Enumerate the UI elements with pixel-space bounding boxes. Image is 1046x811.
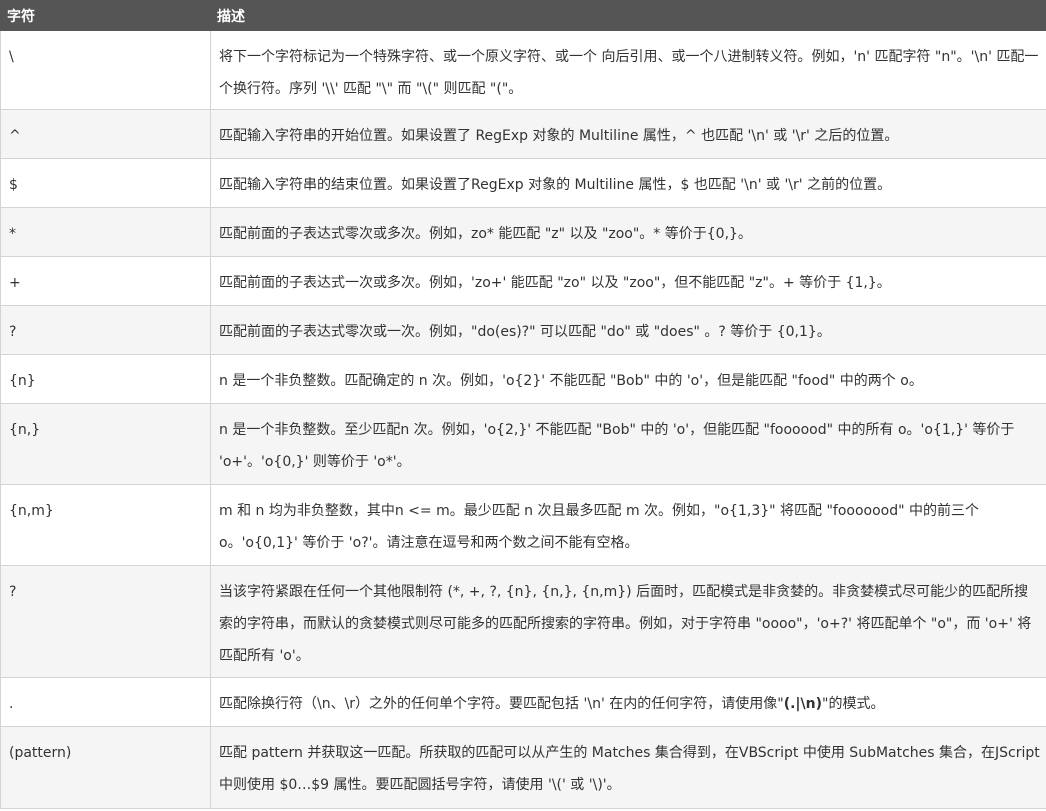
row-char: {n,} [0,403,211,485]
table-row: ? 匹配前面的子表达式零次或一次。例如，"do(es)?" 可以匹配 "do" … [0,305,1046,355]
row-description: 匹配除换行符（\n、\r）之外的任何单个字符。要匹配包括 '\n' 在内的任何字… [210,677,1046,727]
table-row: ? 当该字符紧跟在任何一个其他限制符 (*, +, ?, {n}, {n,}, … [0,565,1046,678]
row-description: 匹配输入字符串的开始位置。如果设置了 RegExp 对象的 Multiline … [210,109,1046,159]
row-char: ? [0,565,211,678]
table-row: {n,m} m 和 n 均为非负整数，其中n <= m。最少匹配 n 次且最多匹… [0,484,1046,566]
row-char: \ [0,30,211,110]
row-description: m 和 n 均为非负整数，其中n <= m。最少匹配 n 次且最多匹配 m 次。… [210,484,1046,566]
table-row: {n,} n 是一个非负整数。至少匹配n 次。例如，'o{2,}' 不能匹配 "… [0,403,1046,485]
row-description: 匹配输入字符串的结束位置。如果设置了RegExp 对象的 Multiline 属… [210,158,1046,208]
row-char: $ [0,158,211,208]
row-char: ^ [0,109,211,159]
row-char: . [0,677,211,727]
row-description: n 是一个非负整数。匹配确定的 n 次。例如，'o{2}' 不能匹配 "Bob"… [210,354,1046,404]
header-description: 描述 [210,0,1046,31]
table-header-row: 字符 描述 [0,0,1046,31]
desc-text-after: "的模式。 [822,696,885,712]
table-row: {n} n 是一个非负整数。匹配确定的 n 次。例如，'o{2}' 不能匹配 "… [0,354,1046,404]
row-char: {n} [0,354,211,404]
row-char: ? [0,305,211,355]
table-row: \ 将下一个字符标记为一个特殊字符、或一个原义字符、或一个 向后引用、或一个八进… [0,30,1046,110]
table-row: + 匹配前面的子表达式一次或多次。例如，'zo+' 能匹配 "zo" 以及 "z… [0,256,1046,306]
header-char: 字符 [0,0,211,31]
table-row: ^ 匹配输入字符串的开始位置。如果设置了 RegExp 对象的 Multilin… [0,109,1046,159]
row-char: * [0,207,211,257]
table-row: * 匹配前面的子表达式零次或多次。例如，zo* 能匹配 "z" 以及 "zoo"… [0,207,1046,257]
row-char: + [0,256,211,306]
row-description: 匹配前面的子表达式零次或一次。例如，"do(es)?" 可以匹配 "do" 或 … [210,305,1046,355]
row-char: {n,m} [0,484,211,566]
row-description: 匹配 pattern 并获取这一匹配。所获取的匹配可以从产生的 Matches … [210,726,1046,809]
row-description: 匹配前面的子表达式一次或多次。例如，'zo+' 能匹配 "zo" 以及 "zoo… [210,256,1046,306]
row-description: 将下一个字符标记为一个特殊字符、或一个原义字符、或一个 向后引用、或一个八进制转… [210,30,1046,110]
row-description: 当该字符紧跟在任何一个其他限制符 (*, +, ?, {n}, {n,}, {n… [210,565,1046,678]
row-char: (pattern) [0,726,211,809]
regex-reference-table: 字符 描述 \ 将下一个字符标记为一个特殊字符、或一个原义字符、或一个 向后引用… [0,0,1046,809]
desc-text-before: 匹配除换行符（\n、\r）之外的任何单个字符。要匹配包括 '\n' 在内的任何字… [219,696,784,712]
desc-bold-pattern: (.|\n) [783,696,822,712]
table-row: (pattern) 匹配 pattern 并获取这一匹配。所获取的匹配可以从产生… [0,726,1046,809]
table-row: . 匹配除换行符（\n、\r）之外的任何单个字符。要匹配包括 '\n' 在内的任… [0,677,1046,727]
table-row: $ 匹配输入字符串的结束位置。如果设置了RegExp 对象的 Multiline… [0,158,1046,208]
row-description: n 是一个非负整数。至少匹配n 次。例如，'o{2,}' 不能匹配 "Bob" … [210,403,1046,485]
row-description: 匹配前面的子表达式零次或多次。例如，zo* 能匹配 "z" 以及 "zoo"。*… [210,207,1046,257]
